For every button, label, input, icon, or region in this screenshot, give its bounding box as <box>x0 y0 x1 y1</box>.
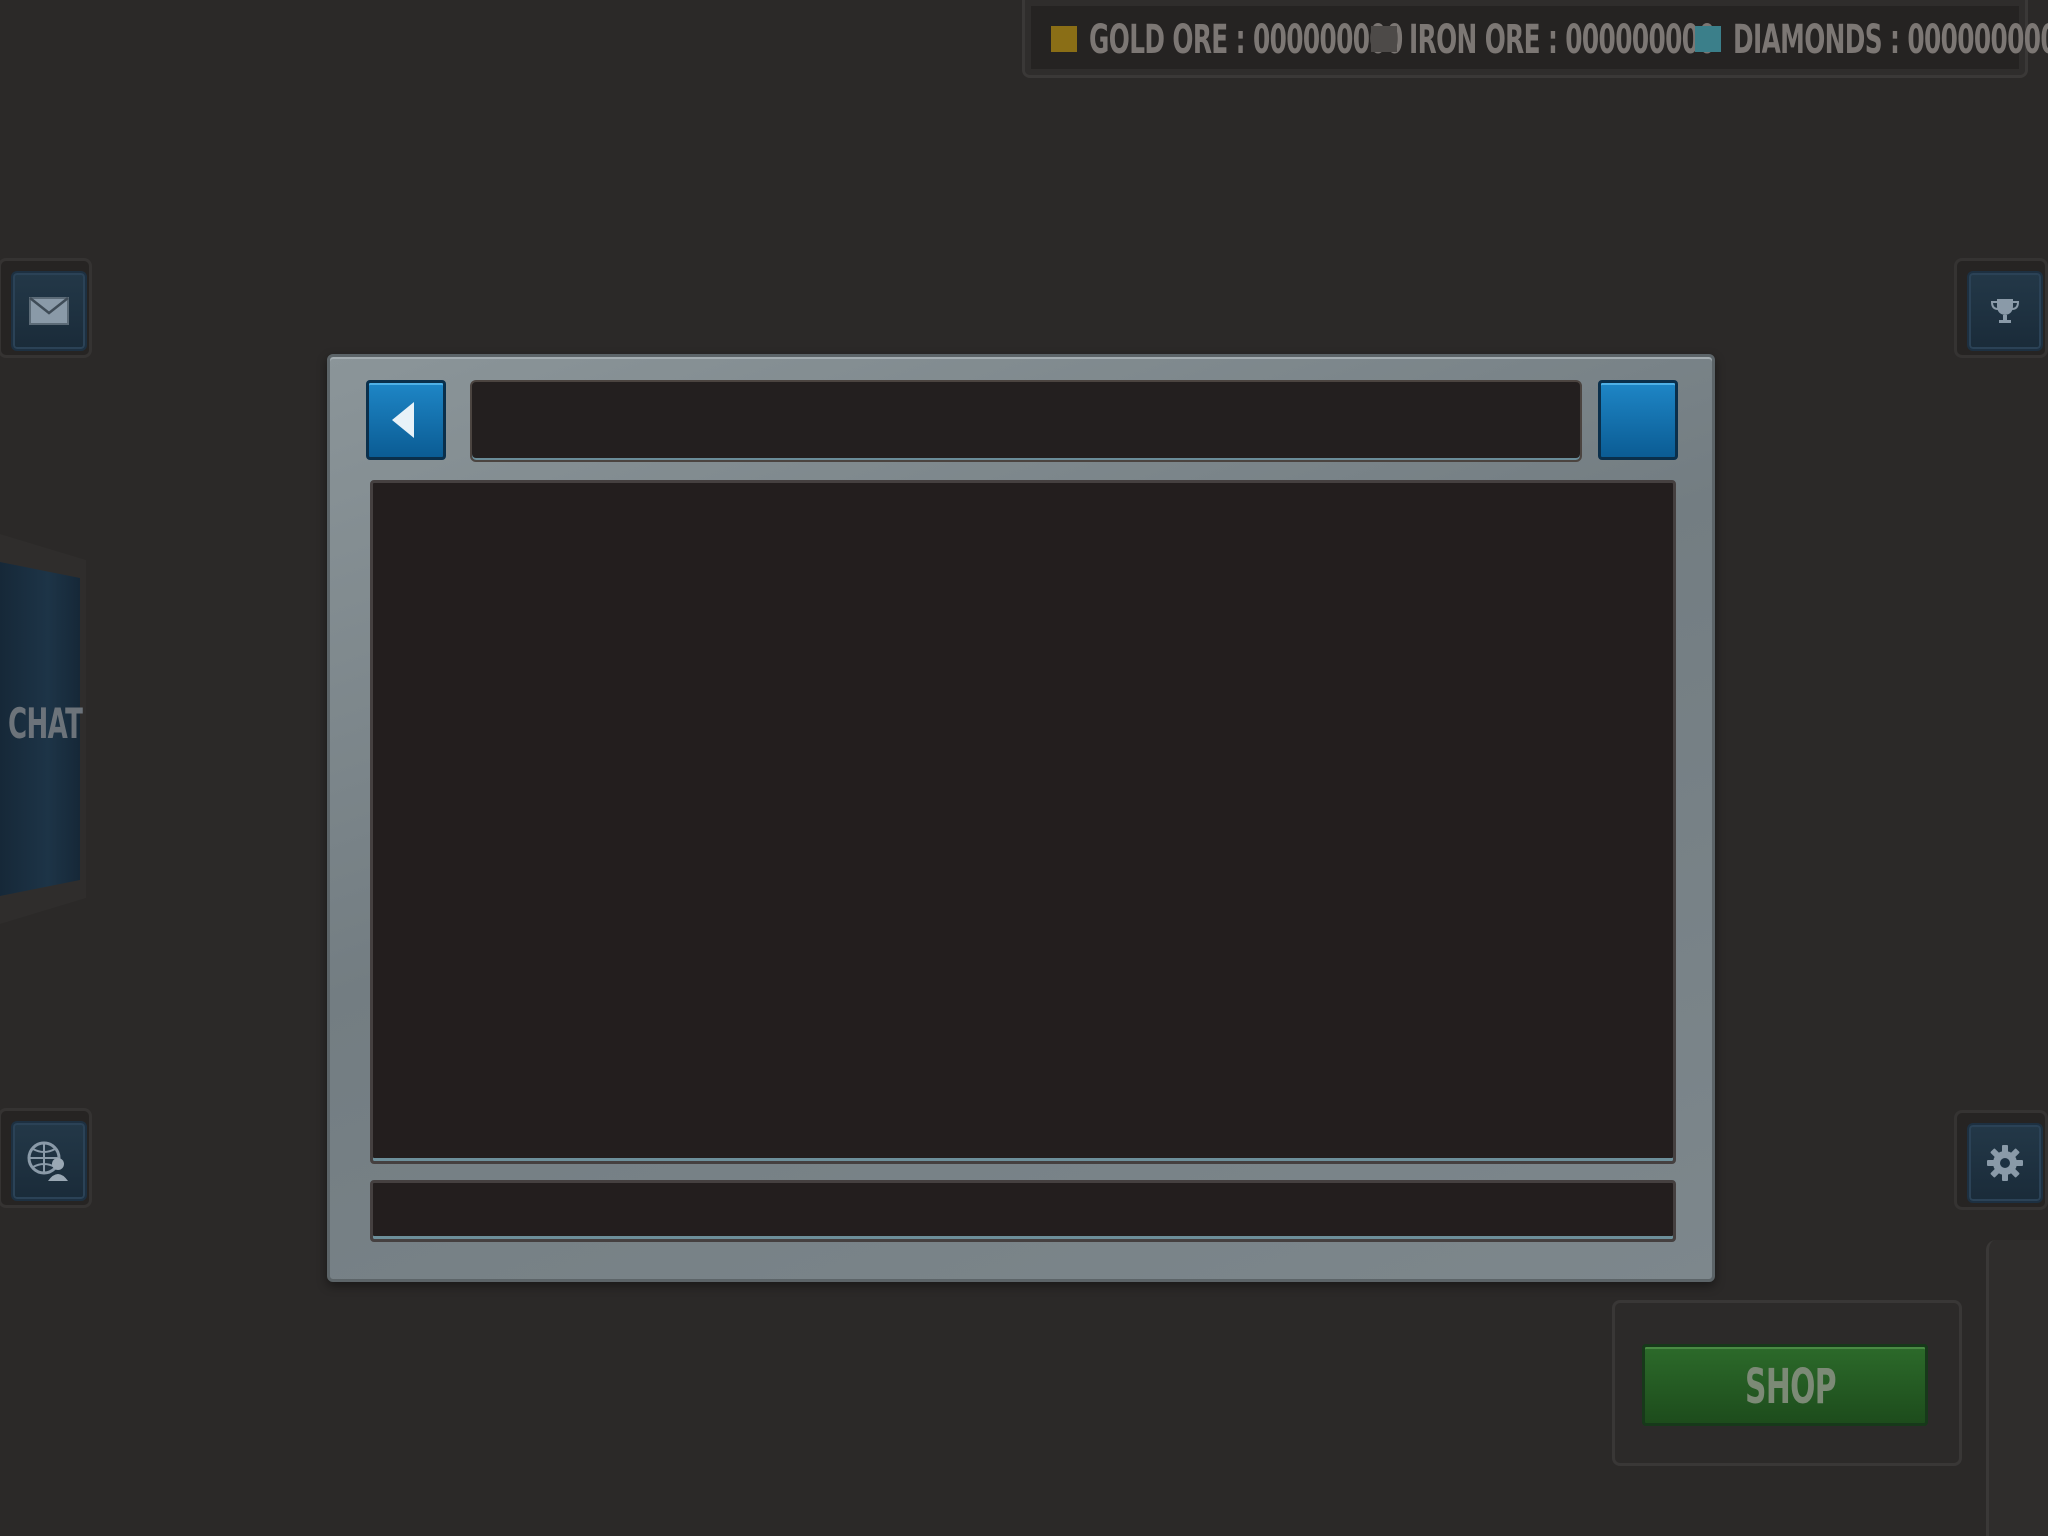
settings-button-face[interactable] <box>1967 1123 2043 1203</box>
trophy-button-face[interactable] <box>1967 271 2043 351</box>
social-button-face[interactable] <box>11 1121 87 1201</box>
globe-user-icon <box>27 1141 68 1181</box>
mail-button-face[interactable] <box>11 271 87 351</box>
iron-ore-text: IRON ORE : 000000000 <box>1409 17 1716 63</box>
resource-bar: GOLD ORE : 000000000 IRON ORE : 00000000… <box>1022 0 2048 78</box>
window-action-button[interactable] <box>1598 380 1678 460</box>
social-button[interactable] <box>0 1108 92 1208</box>
right-rail <box>1986 1240 2048 1536</box>
settings-button[interactable] <box>1954 1110 2048 1210</box>
envelope-icon <box>29 297 69 325</box>
window-title-bar <box>470 380 1582 462</box>
back-button[interactable] <box>366 380 446 460</box>
trophy-button[interactable] <box>1954 258 2048 358</box>
iron-ore-icon <box>1371 26 1397 52</box>
gold-ore-text: GOLD ORE : 000000000 <box>1089 17 1403 63</box>
back-arrow-icon <box>392 402 414 438</box>
mail-button[interactable] <box>0 258 92 358</box>
trophy-icon <box>1990 299 2020 323</box>
gear-icon <box>1987 1145 2023 1181</box>
diamond-icon <box>1695 26 1721 52</box>
gold-ore-icon <box>1051 26 1077 52</box>
diamonds-text: DIAMONDS : 000000000 <box>1733 17 2048 63</box>
content-panel[interactable] <box>370 480 1676 1164</box>
chat-label[interactable]: CHAT <box>8 702 83 746</box>
message-input[interactable] <box>370 1180 1676 1242</box>
shop-label[interactable]: SHOP <box>1745 1362 1837 1412</box>
